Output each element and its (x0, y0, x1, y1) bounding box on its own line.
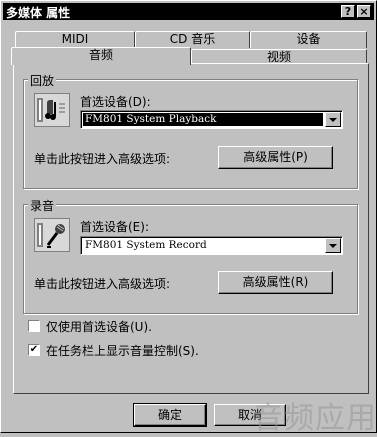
chevron-down-icon[interactable] (325, 112, 341, 127)
record-group: 录音 首选设备(E): FM801 System Record 单击此按钮进入高… (23, 197, 358, 314)
window-title: 多媒体 属性 (6, 6, 71, 20)
playback-group: 回放 首选设备(D): FM801 System Playback 单击此按钮进… (23, 72, 358, 189)
tab-audio-label: 音频 (88, 48, 113, 62)
audio-tab-panel: 回放 首选设备(D): FM801 System Playback 单击此按钮进… (13, 63, 369, 394)
record-advanced-hint: 单击此按钮进入高级选项: (34, 277, 171, 291)
record-device-label: 首选设备(E): (80, 220, 149, 234)
tab-audio[interactable]: 音频 (11, 47, 191, 65)
title-bar[interactable]: 多媒体 属性 ? × (3, 3, 374, 20)
playback-advanced-button[interactable]: 高级属性(P) (218, 146, 333, 169)
ok-button[interactable]: 确定 (133, 403, 207, 427)
chevron-down-icon[interactable] (325, 238, 341, 253)
speaker-icon (34, 93, 70, 127)
playback-advanced-hint: 单击此按钮进入高级选项: (34, 152, 171, 166)
tab-video-label: 视频 (266, 50, 291, 64)
playback-device-value: FM801 System Playback (83, 113, 323, 126)
help-button[interactable]: ? (341, 5, 355, 18)
record-device-select[interactable]: FM801 System Record (80, 236, 343, 255)
playback-group-title: 回放 (28, 72, 57, 89)
tab-devices-label: 设备 (296, 32, 321, 46)
use-preferred-only-label[interactable]: 仅使用首选设备(U). (46, 318, 152, 335)
record-group-title: 录音 (28, 197, 57, 214)
tab-devices[interactable]: 设备 (250, 31, 367, 48)
record-device-value: FM801 System Record (85, 239, 207, 251)
show-volume-taskbar-label[interactable]: 在任务栏上显示音量控制(S). (46, 342, 199, 359)
watermark-text: 音频应用 (253, 401, 377, 436)
tab-cd-music-label: CD 音乐 (169, 32, 216, 46)
use-preferred-only-checkbox[interactable] (28, 320, 40, 332)
record-advanced-button[interactable]: 高级属性(R) (218, 271, 333, 294)
microphone-icon (34, 218, 70, 252)
show-volume-taskbar-checkbox[interactable]: ✔ (28, 344, 40, 356)
dialog-window: 多媒体 属性 ? × MIDI CD 音乐 设备 音频 视频 回放 首选设备(D… (0, 0, 377, 436)
tab-cd-music[interactable]: CD 音乐 (135, 31, 250, 48)
tab-midi[interactable]: MIDI (15, 31, 135, 48)
tab-midi-label: MIDI (61, 32, 89, 46)
tab-video[interactable]: 视频 (191, 49, 367, 64)
close-button[interactable]: × (357, 5, 371, 18)
playback-device-label: 首选设备(D): (80, 95, 151, 109)
playback-device-select[interactable]: FM801 System Playback (80, 110, 343, 129)
